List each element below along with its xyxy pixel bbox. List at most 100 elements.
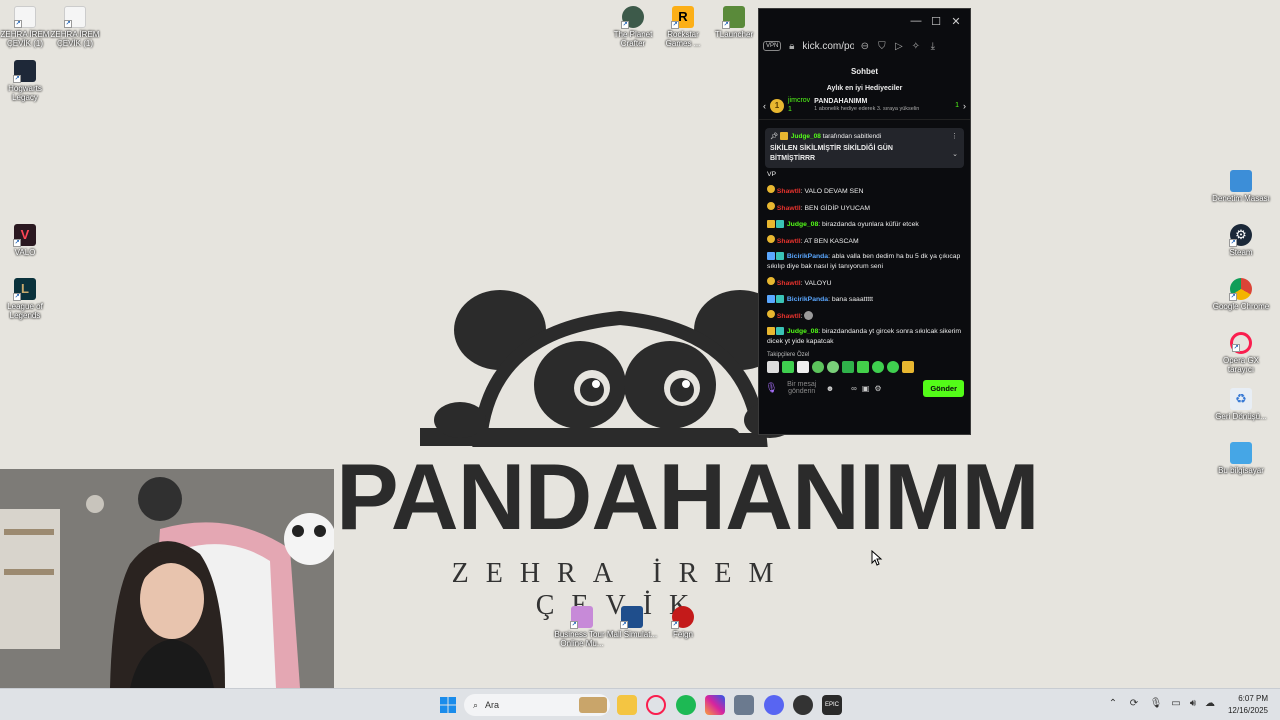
emote-icon[interactable] <box>782 361 794 374</box>
coin-badge-icon <box>767 309 775 318</box>
start-button[interactable] <box>438 695 458 715</box>
coin-badge-icon <box>767 202 775 211</box>
gifter-name[interactable]: jimcrov <box>788 97 810 105</box>
desktop-icon-recycle-bin[interactable]: ♻ Geri Dönüşü... <box>1212 388 1270 421</box>
lock-icon[interactable]: 🔒︎ <box>785 41 798 52</box>
chat-username[interactable]: Shawtll <box>777 188 801 195</box>
desktop-icon-chrome[interactable]: ↗ Google Chrome <box>1212 278 1270 311</box>
crown-badge-icon <box>767 327 775 336</box>
emote-icon[interactable] <box>812 361 824 374</box>
recycle-bin-icon: ♻ <box>1230 388 1252 410</box>
send-button[interactable]: Gönder <box>923 379 964 397</box>
settings-icon[interactable]: ⚙ <box>874 384 881 393</box>
gifters-title: Aylık en iyi Hediyeciler <box>826 85 903 92</box>
discord-icon[interactable] <box>764 695 784 715</box>
emote-icon[interactable] <box>887 361 899 374</box>
chat-text: : bana saaattttt <box>828 295 874 303</box>
more-options-icon[interactable]: ⋮ <box>951 132 958 140</box>
mouse-cursor-icon <box>871 550 883 566</box>
microphone-icon[interactable]: 🎙︎ <box>765 383 778 394</box>
desktop-icon-rockstar[interactable]: R ↗ Rockstar Games ... <box>654 6 712 48</box>
url-field[interactable]: kick.com/po <box>802 41 854 52</box>
chat-input[interactable]: Bir mesaj gönderin <box>783 381 821 396</box>
coin-badge-icon <box>767 185 775 194</box>
mod-badge-icon <box>776 252 784 261</box>
desktop-icon-mall-simulator[interactable]: ↗ Mall Simulat... <box>603 606 661 639</box>
desktop-icon-feign[interactable]: ↗ Feign <box>654 606 712 639</box>
volume-icon[interactable]: 🔊︎ <box>1186 698 1200 709</box>
emote-icon[interactable] <box>767 361 779 374</box>
chat-username[interactable]: Shawtll <box>777 205 801 212</box>
chat-username[interactable]: Shawtll <box>777 280 801 287</box>
chat-text: : VALOYU <box>800 280 832 288</box>
window-controls: — ☐ ✕ <box>759 9 970 33</box>
coin-badge-icon <box>767 277 775 286</box>
pinned-author[interactable]: Judge_08 <box>791 133 821 140</box>
desktop-icon-steam[interactable]: ⚙ ↗ Steam <box>1212 224 1270 257</box>
address-bar: VPN 🔒︎ kick.com/po ⊖ ⛉ ▷ ✧ ⤓ <box>759 33 970 59</box>
chat-username[interactable]: Shawtll <box>777 238 801 245</box>
chevron-right-icon[interactable]: › <box>963 101 966 111</box>
sync-icon[interactable]: ⟳ <box>1127 698 1141 709</box>
desktop-icon-tlauncher[interactable]: ↗ TLauncher <box>705 6 763 39</box>
chat-username[interactable]: Judge_08 <box>787 328 818 335</box>
emoji-icon[interactable]: ☻ <box>826 384 834 393</box>
gift-icon[interactable]: ▣ <box>862 384 870 393</box>
system-clock[interactable]: 6:07 PM 12/16/2025 <box>1228 693 1268 716</box>
chevron-down-icon[interactable]: ⌄ <box>952 150 958 158</box>
chevron-left-icon[interactable]: ‹ <box>763 101 766 111</box>
chat-username[interactable]: BicirikPanda <box>787 296 828 303</box>
emote-icon[interactable] <box>842 361 854 374</box>
steam-taskbar-icon[interactable] <box>793 695 813 715</box>
desktop-icon-label: VALO <box>14 248 36 257</box>
desktop-icon-control-panel[interactable]: Denetim Masası <box>1212 170 1270 203</box>
chat-username[interactable]: BicirikPanda <box>787 253 828 260</box>
desktop-icon-league[interactable]: L ↗ League of Legends <box>0 278 54 320</box>
desktop-icon-valo[interactable]: V ↗ VALO <box>0 224 54 257</box>
emote-icon[interactable] <box>902 361 914 374</box>
spotify-icon[interactable] <box>676 695 696 715</box>
download-icon[interactable]: ⤓ <box>926 41 939 52</box>
network-icon[interactable]: ☁ <box>1203 698 1217 709</box>
steam-icon: ⚙ ↗ <box>1229 224 1252 247</box>
file-explorer-icon[interactable] <box>617 695 637 715</box>
pinned-by-text: tarafından sabitlendi <box>822 133 882 140</box>
emote-icon <box>804 311 814 321</box>
rockstar-icon: R ↗ <box>671 6 694 29</box>
chevron-up-icon[interactable]: ⌃ <box>1106 698 1120 709</box>
pin-icon: 📌︎ <box>770 133 779 140</box>
send-icon[interactable]: ▷ <box>892 41 905 52</box>
minimize-button[interactable]: — <box>906 11 926 31</box>
desktop-icon-this-pc[interactable]: Bu bilgisayar <box>1212 442 1270 475</box>
chat-username[interactable]: Judge_08 <box>787 221 818 228</box>
epic-games-icon[interactable]: EPIC <box>822 695 842 715</box>
emote-icon[interactable] <box>872 361 884 374</box>
opera-gx-taskbar-icon[interactable] <box>646 695 666 715</box>
desktop-icon-hogwarts[interactable]: ↗ Hogwarts Legacy <box>0 60 54 102</box>
desktop-icon-zehra-2[interactable]: ↗ ZEHRA İREM ÇEVİK (1) <box>46 6 104 48</box>
league-icon: L ↗ <box>13 278 36 301</box>
desktop-icon-label: Denetim Masası <box>1212 194 1270 203</box>
minecraft-icon: ↗ <box>722 6 745 29</box>
emote-icon[interactable] <box>857 361 869 374</box>
vpn-badge[interactable]: VPN <box>763 41 782 51</box>
infinity-icon[interactable]: ∞ <box>851 384 857 393</box>
emote-icon[interactable] <box>797 361 809 374</box>
emote-icon[interactable] <box>827 361 839 374</box>
browser-window[interactable]: — ☐ ✕ VPN 🔒︎ kick.com/po ⊖ ⛉ ▷ ✧ ⤓ Sohbe… <box>758 8 971 435</box>
extensions-icon[interactable]: ✧ <box>909 41 922 52</box>
settings-app-icon[interactable] <box>734 695 754 715</box>
taskbar-search[interactable]: ⌕ Ara <box>464 694 610 716</box>
instagram-icon[interactable] <box>705 695 725 715</box>
maximize-button[interactable]: ☐ <box>926 11 946 31</box>
pinned-message[interactable]: 📌︎ Judge_08 tarafından sabitlendi SİKİLE… <box>765 128 964 168</box>
close-button[interactable]: ✕ <box>946 11 966 31</box>
display-icon[interactable]: ▭ <box>1169 698 1183 709</box>
chat-username[interactable]: Shawtll <box>777 313 801 320</box>
shield-icon[interactable]: ⛉ <box>875 41 888 52</box>
zoom-icon[interactable]: ⊖ <box>858 41 871 52</box>
windows-icon <box>440 697 456 713</box>
chat-message: Shawtll: AT BEN KASCAM <box>767 234 962 247</box>
microphone-tray-icon[interactable]: 🎙︎ <box>1149 698 1163 709</box>
desktop-icon-opera-gx[interactable]: ↗ Opera GX tarayıcı <box>1212 332 1270 374</box>
